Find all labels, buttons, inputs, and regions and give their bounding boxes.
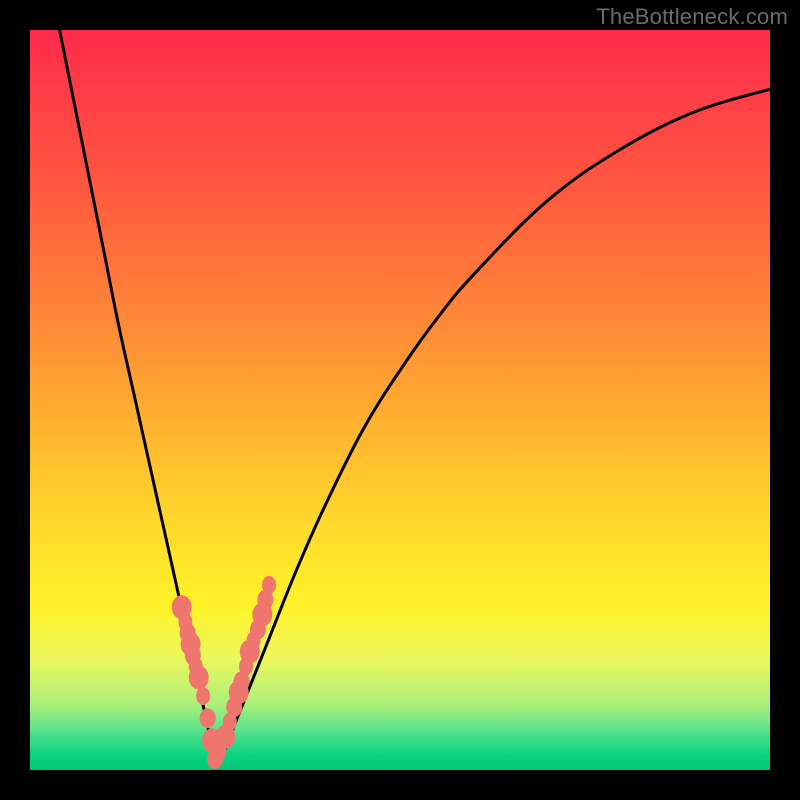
sample-point — [196, 687, 210, 705]
sample-point — [200, 708, 216, 728]
bottleneck-curve — [60, 30, 770, 765]
sample-point — [262, 576, 276, 594]
plot-area — [30, 30, 770, 770]
watermark-text: TheBottleneck.com — [596, 4, 788, 30]
sample-points-group — [172, 576, 276, 769]
chart-svg — [30, 30, 770, 770]
sample-point — [189, 666, 209, 690]
